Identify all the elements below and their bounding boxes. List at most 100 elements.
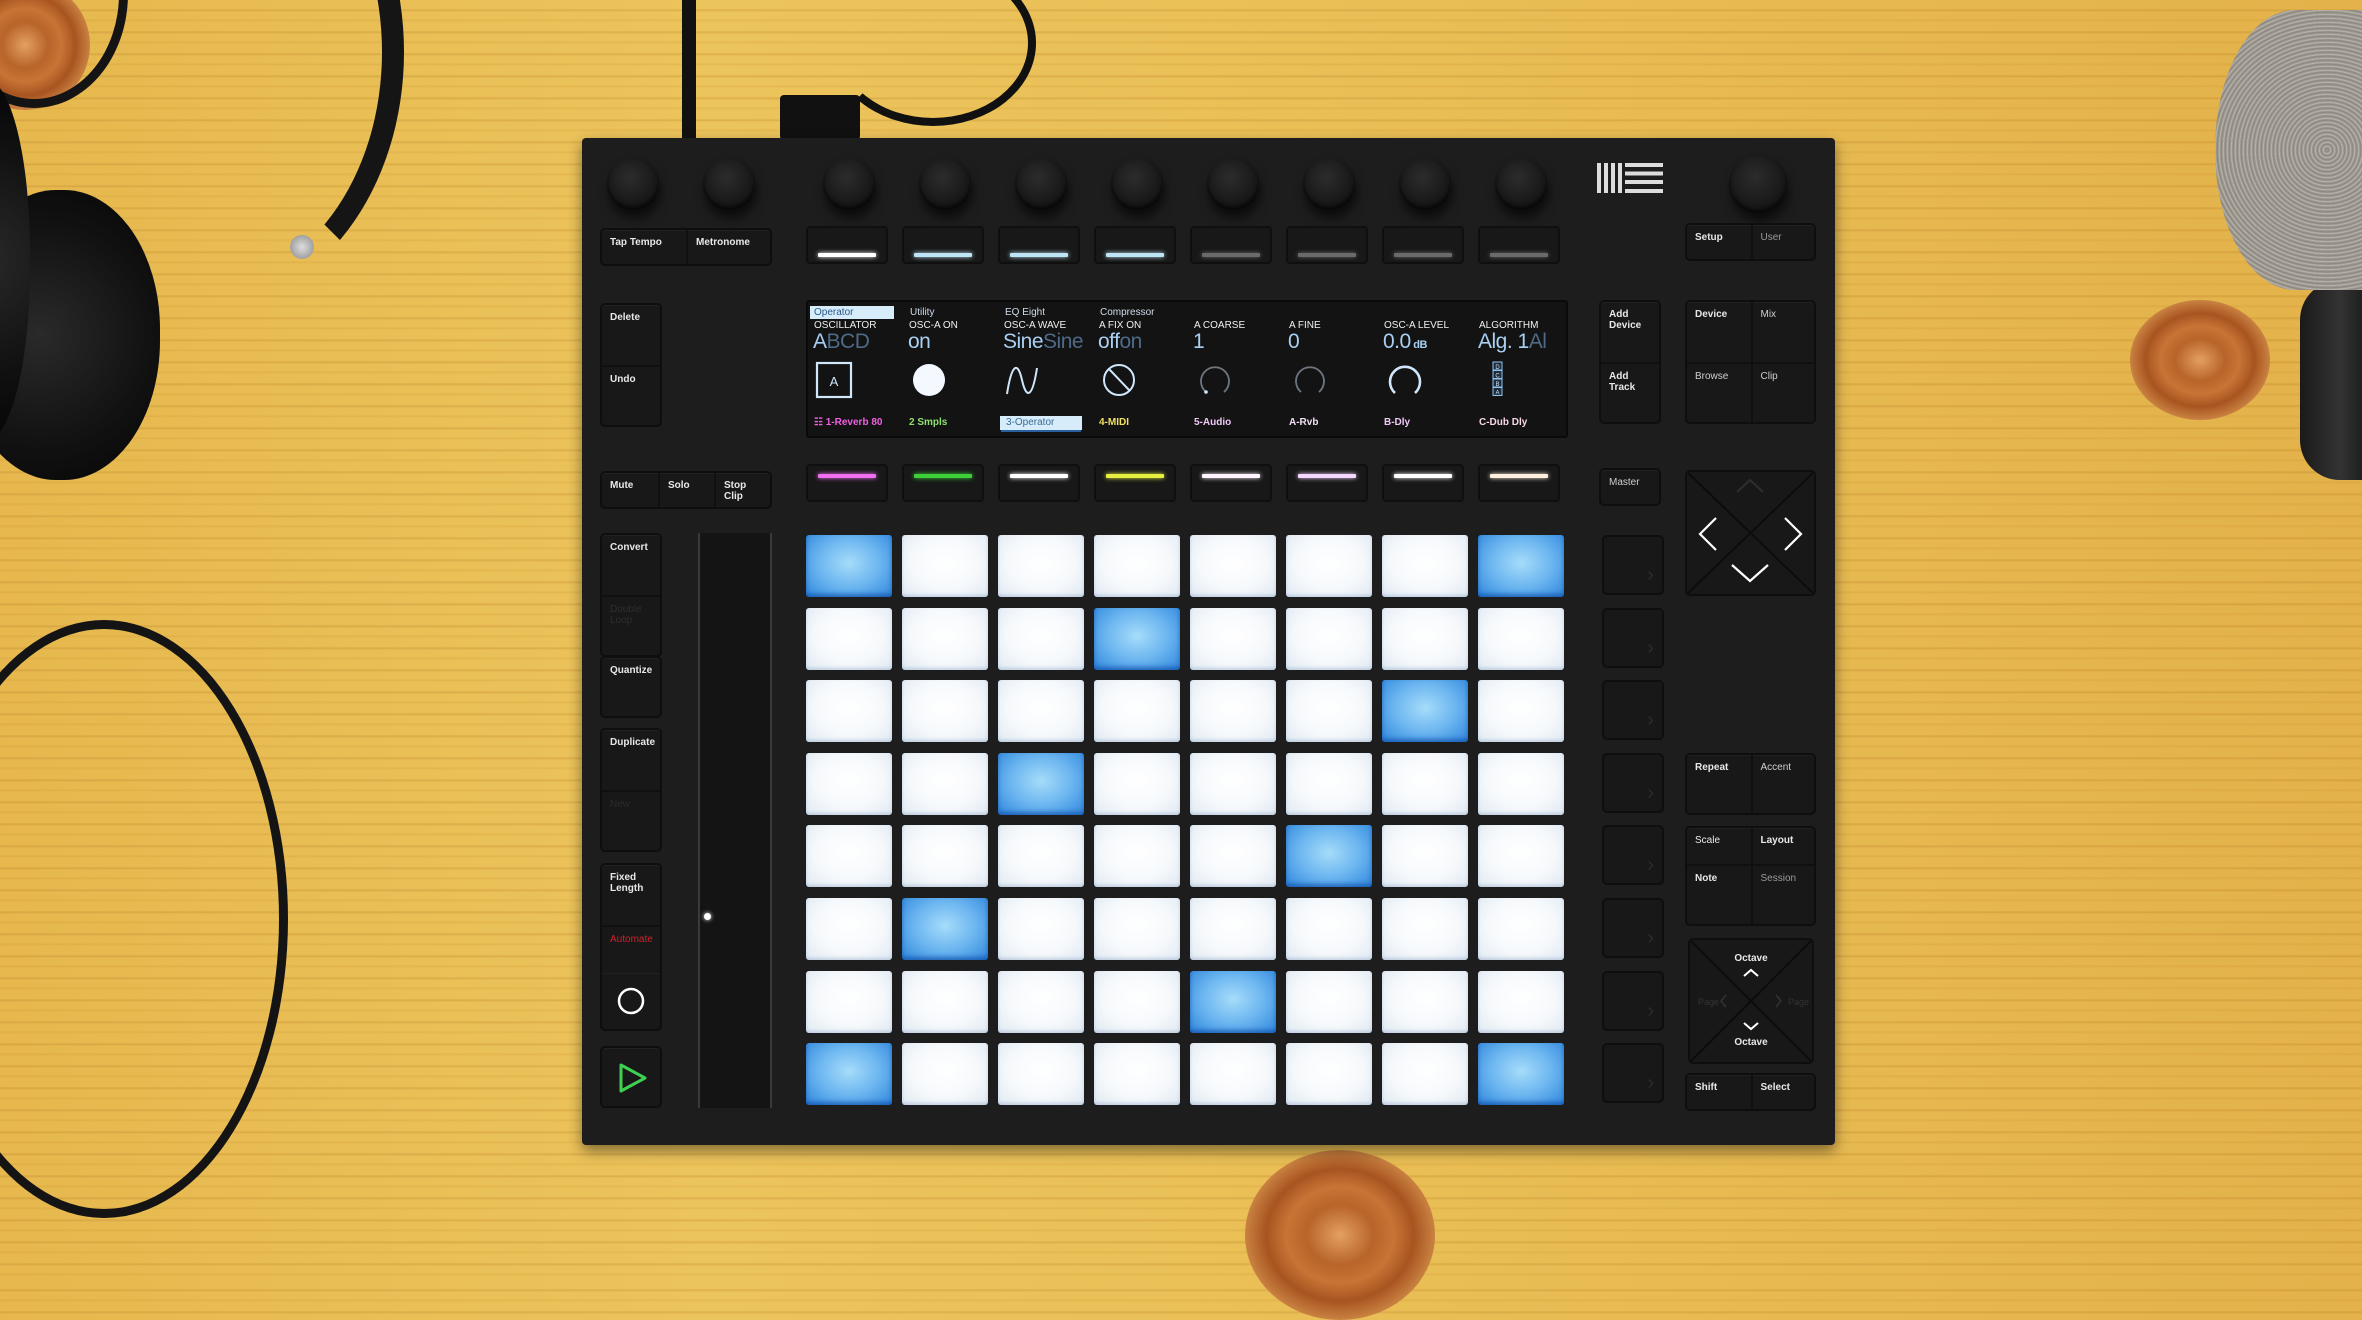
pad-r5-c3[interactable] <box>998 825 1084 888</box>
lower-select-button-4[interactable] <box>1094 464 1176 502</box>
add-device-button[interactable]: Add Device <box>1601 302 1659 362</box>
lower-select-button-1[interactable] <box>806 464 888 502</box>
octave-page-pad[interactable]: Octave Octave Page Page <box>1688 938 1814 1064</box>
pad-r1-c8[interactable] <box>1478 535 1564 597</box>
octave-down-label[interactable]: Octave <box>1690 1037 1812 1048</box>
pad-r5-c1[interactable] <box>806 825 892 888</box>
solo-button[interactable]: Solo <box>658 473 714 507</box>
lower-select-button-5[interactable] <box>1190 464 1272 502</box>
clip-button[interactable]: Clip <box>1750 362 1814 422</box>
scene-launch-button-1[interactable]: › <box>1602 535 1664 595</box>
pad-r1-c5[interactable] <box>1190 535 1276 597</box>
pad-r8-c7[interactable] <box>1382 1043 1468 1106</box>
pad-r6-c6[interactable] <box>1286 898 1372 960</box>
track-encoder-4[interactable] <box>1111 158 1163 210</box>
track-name[interactable]: 5-Audio <box>1194 416 1231 430</box>
pad-r7-c6[interactable] <box>1286 970 1372 1033</box>
pad-r2-c3[interactable] <box>998 607 1084 670</box>
pad-r1-c3[interactable] <box>998 535 1084 597</box>
pad-r7-c5[interactable] <box>1190 970 1276 1033</box>
record-button[interactable] <box>600 973 662 1031</box>
scene-launch-button-7[interactable]: › <box>1602 970 1664 1031</box>
pad-r6-c8[interactable] <box>1478 898 1564 960</box>
track-name[interactable]: ☷ 1-Reverb 80 <box>814 416 882 430</box>
pad-r3-c8[interactable] <box>1478 680 1564 743</box>
pad-r8-c2[interactable] <box>902 1043 988 1106</box>
tap-tempo-button[interactable]: Tap Tempo <box>602 230 686 264</box>
display-column-2[interactable]: Utility OSC-A ON on 2 Smpls <box>903 302 998 436</box>
lower-select-button-3[interactable] <box>998 464 1080 502</box>
pad-r4-c5[interactable] <box>1190 752 1276 815</box>
pad-r6-c1[interactable] <box>806 898 892 960</box>
device-button[interactable]: Device <box>1687 302 1751 362</box>
pad-r3-c7[interactable] <box>1382 680 1468 743</box>
track-name[interactable]: 2 Smpls <box>909 416 947 430</box>
pad-r2-c2[interactable] <box>902 607 988 670</box>
upper-select-button-5[interactable] <box>1190 226 1272 264</box>
track-name[interactable]: C-Dub Dly <box>1479 416 1527 430</box>
pad-r6-c4[interactable] <box>1094 898 1180 960</box>
master-encoder[interactable] <box>1729 155 1787 213</box>
pad-r8-c3[interactable] <box>998 1043 1084 1106</box>
scene-launch-button-5[interactable]: › <box>1602 825 1664 886</box>
pad-r4-c3[interactable] <box>998 752 1084 815</box>
metronome-button[interactable]: Metronome <box>686 230 770 264</box>
pad-r4-c2[interactable] <box>902 752 988 815</box>
lower-select-button-8[interactable] <box>1478 464 1560 502</box>
pad-r5-c5[interactable] <box>1190 825 1276 888</box>
pad-r7-c4[interactable] <box>1094 970 1180 1033</box>
pad-r3-c6[interactable] <box>1286 680 1372 743</box>
lower-select-button-6[interactable] <box>1286 464 1368 502</box>
scene-launch-button-3[interactable]: › <box>1602 680 1664 741</box>
repeat-button[interactable]: Repeat <box>1687 755 1751 813</box>
shift-button[interactable]: Shift <box>1687 1075 1751 1109</box>
pad-r3-c3[interactable] <box>998 680 1084 743</box>
pad-r1-c1[interactable] <box>806 535 892 597</box>
setup-button[interactable]: Setup <box>1687 225 1751 259</box>
pad-r3-c4[interactable] <box>1094 680 1180 743</box>
upper-select-button-7[interactable] <box>1382 226 1464 264</box>
display-column-3[interactable]: EQ Eight OSC-A WAVE SineSine 3-Operator <box>998 302 1093 436</box>
pad-r4-c1[interactable] <box>806 752 892 815</box>
pad-r5-c2[interactable] <box>902 825 988 888</box>
pad-r8-c5[interactable] <box>1190 1043 1276 1106</box>
convert-button[interactable]: Convert <box>602 535 660 595</box>
display-column-6[interactable]: A FINE 0 A-Rvb <box>1283 302 1378 436</box>
pad-r6-c2[interactable] <box>902 898 988 960</box>
select-button[interactable]: Select <box>1750 1075 1815 1109</box>
pad-r5-c4[interactable] <box>1094 825 1180 888</box>
note-button[interactable]: Note <box>1687 864 1751 926</box>
pad-r1-c4[interactable] <box>1094 535 1180 597</box>
upper-select-button-8[interactable] <box>1478 226 1560 264</box>
fixed-length-button[interactable]: Fixed Length <box>602 865 660 925</box>
pad-r3-c2[interactable] <box>902 680 988 743</box>
track-encoder-1[interactable] <box>823 158 875 210</box>
user-button[interactable]: User <box>1750 225 1815 259</box>
track-encoder-8[interactable] <box>1495 158 1547 210</box>
pad-r8-c8[interactable] <box>1478 1043 1564 1106</box>
layout-button[interactable]: Layout <box>1750 828 1815 864</box>
pad-r6-c5[interactable] <box>1190 898 1276 960</box>
display-column-4[interactable]: Compressor A FIX ON offon 4-MIDI <box>1093 302 1188 436</box>
pad-r4-c7[interactable] <box>1382 752 1468 815</box>
pad-r1-c6[interactable] <box>1286 535 1372 597</box>
track-encoder-7[interactable] <box>1399 158 1451 210</box>
pad-r7-c8[interactable] <box>1478 970 1564 1033</box>
pad-r4-c8[interactable] <box>1478 752 1564 815</box>
display-column-7[interactable]: OSC-A LEVEL 0.0 dB B-Dly <box>1378 302 1473 436</box>
touch-strip[interactable] <box>698 533 772 1108</box>
lower-select-button-2[interactable] <box>902 464 984 502</box>
stop-clip-button[interactable]: Stop Clip <box>714 473 770 507</box>
scene-launch-button-4[interactable]: › <box>1602 752 1664 813</box>
display-column-8[interactable]: ALGORITHM Alg. 1Al D C B A C-Dub Dly <box>1473 302 1566 436</box>
upper-select-button-6[interactable] <box>1286 226 1368 264</box>
lower-select-button-7[interactable] <box>1382 464 1464 502</box>
display-column-5[interactable]: A COARSE 1 5-Audio <box>1188 302 1283 436</box>
pad-r3-c1[interactable] <box>806 680 892 743</box>
pad-r8-c6[interactable] <box>1286 1043 1372 1106</box>
track-name[interactable]: A-Rvb <box>1289 416 1318 430</box>
pad-r5-c7[interactable] <box>1382 825 1468 888</box>
play-button[interactable] <box>600 1046 662 1108</box>
pad-r7-c3[interactable] <box>998 970 1084 1033</box>
delete-button[interactable]: Delete <box>602 305 660 365</box>
